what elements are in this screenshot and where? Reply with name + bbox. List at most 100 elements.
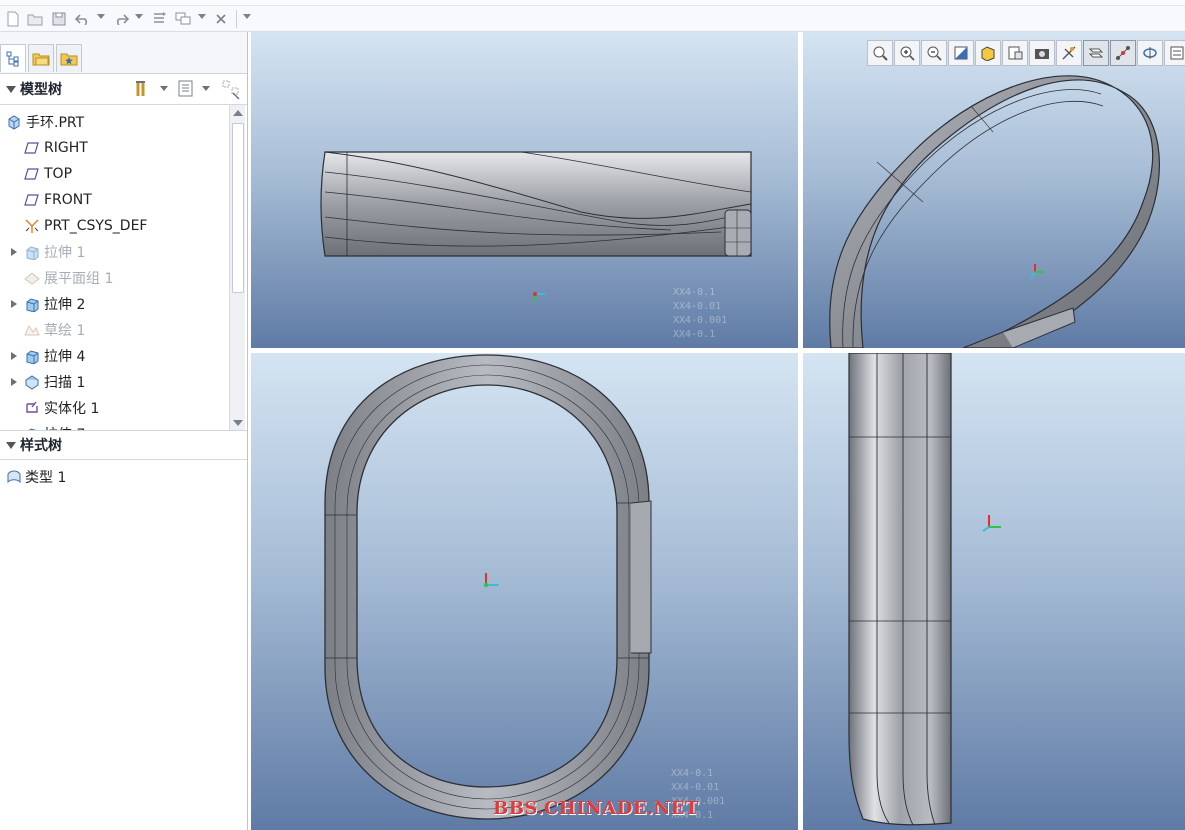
- point-display-icon[interactable]: [1110, 40, 1136, 66]
- model-tree-item[interactable]: 拉伸 2: [0, 291, 247, 317]
- quick-access-toolbar: [0, 0, 1185, 32]
- navigator-tabs: [0, 32, 247, 74]
- expand-arrow-icon[interactable]: [11, 352, 17, 360]
- view-toolbar: [867, 40, 1185, 66]
- model-tree-item-label: 展平面组 1: [44, 271, 114, 287]
- scroll-thumb[interactable]: [232, 123, 244, 293]
- viewport-top[interactable]: XX4-0.1 XX4-0.01 XX4-0.001 XX4-0.1: [251, 353, 798, 830]
- expand-arrow-icon[interactable]: [11, 300, 17, 308]
- extrude-icon: [24, 296, 40, 312]
- model-tree-item-label: 拉伸 2: [44, 297, 86, 313]
- view-manager-icon[interactable]: [1029, 40, 1055, 66]
- datum-plane-icon: [24, 192, 40, 208]
- csys-triad: [982, 515, 1001, 532]
- band-isometric-view: [829, 75, 1161, 348]
- zoom-in-icon[interactable]: [894, 40, 920, 66]
- plane-display-icon[interactable]: [1083, 40, 1109, 66]
- annotation-display-icon[interactable]: [1164, 40, 1185, 66]
- csys-icon: [24, 218, 40, 234]
- style-tree: 类型 1: [0, 460, 247, 490]
- tab-model-tree[interactable]: [0, 44, 26, 72]
- repaint-icon[interactable]: [948, 40, 974, 66]
- tree-filter-icon[interactable]: [222, 80, 242, 104]
- scroll-up-icon[interactable]: [233, 110, 243, 116]
- datum-display-icon[interactable]: [1056, 40, 1082, 66]
- model-tree-item[interactable]: 实体化 1: [0, 395, 247, 421]
- display-style-icon[interactable]: [975, 40, 1001, 66]
- style-tree-header[interactable]: 样式树: [0, 430, 247, 460]
- model-tree-item[interactable]: 拉伸 4: [0, 343, 247, 369]
- new-file-icon[interactable]: [4, 10, 22, 28]
- model-tree-item-label: TOP: [44, 166, 73, 182]
- model-tree-item[interactable]: 拉伸 1: [0, 239, 247, 265]
- sweep-icon: [24, 374, 40, 390]
- datum-plane-icon: [24, 166, 40, 182]
- model-tree-item-label: 拉伸 4: [44, 349, 86, 365]
- csys-triad: [483, 573, 499, 588]
- viewport-isometric[interactable]: [803, 32, 1185, 348]
- model-tree-scrollbar[interactable]: [229, 105, 245, 430]
- expand-arrow-icon[interactable]: [11, 378, 17, 386]
- model-tree-item-label: RIGHT: [44, 140, 88, 156]
- collapse-triangle-icon[interactable]: [6, 441, 16, 449]
- open-folder-icon[interactable]: [26, 10, 44, 28]
- windows-icon[interactable]: [174, 10, 192, 28]
- model-tree-title: 模型树: [20, 82, 62, 98]
- model-tree-item[interactable]: 展平面组 1: [0, 265, 247, 291]
- csys-triad: [533, 292, 545, 302]
- model-tree-item-label: 草绘 1: [44, 323, 86, 339]
- scroll-down-icon[interactable]: [233, 420, 243, 426]
- model-tree-header[interactable]: 模型树: [0, 74, 247, 104]
- customize-toolbar-icon[interactable]: [243, 14, 251, 19]
- tree-settings-dropdown-icon[interactable]: [160, 86, 168, 91]
- band-top-view: [324, 354, 652, 820]
- csys-triad: [1030, 264, 1043, 279]
- model-tree-item-label: 手环.PRT: [26, 115, 85, 131]
- model-tree-item[interactable]: 拉伸 7: [0, 421, 247, 430]
- solidify-icon: [24, 400, 40, 416]
- ribbon-tab-strip: [0, 0, 1185, 6]
- model-tree-item[interactable]: 扫描 1: [0, 369, 247, 395]
- zoom-out-icon[interactable]: [921, 40, 947, 66]
- saved-views-icon[interactable]: [1002, 40, 1028, 66]
- model-tree-item[interactable]: RIGHT: [0, 135, 247, 161]
- extrude-icon: [24, 244, 40, 260]
- tab-favorites[interactable]: [56, 44, 82, 72]
- viewport-side[interactable]: [803, 353, 1185, 830]
- model-tree-item[interactable]: TOP: [0, 161, 247, 187]
- show-dropdown-icon[interactable]: [202, 86, 210, 91]
- viewport-splitter-horizontal[interactable]: [251, 348, 1185, 353]
- csys-display-icon[interactable]: [1137, 40, 1163, 66]
- navigator-panel: 模型树 手环.PRT RIGHT TOP FRONT PRT_CSYS_DEF 拉伸 1 展…: [0, 32, 248, 830]
- style-tree-title: 样式树: [20, 438, 62, 454]
- watermark: BBS.CHINADE.NET: [493, 798, 699, 819]
- viewport-front[interactable]: XX4-0.1 XX4-0.01 XX4-0.001 XX4-0.1: [251, 32, 798, 348]
- tree-settings-icon[interactable]: [134, 80, 154, 102]
- expand-arrow-icon[interactable]: [11, 248, 17, 256]
- model-tree-item[interactable]: 手环.PRT: [0, 109, 247, 135]
- redo-icon[interactable]: [112, 10, 130, 28]
- model-tree-item[interactable]: FRONT: [0, 187, 247, 213]
- save-icon[interactable]: [50, 10, 68, 28]
- viewport-splitter-vertical[interactable]: [798, 32, 803, 830]
- refit-icon[interactable]: [867, 40, 893, 66]
- model-tree-item[interactable]: PRT_CSYS_DEF: [0, 213, 247, 239]
- show-list-icon[interactable]: [178, 80, 194, 102]
- close-window-icon[interactable]: [212, 10, 230, 28]
- style-tree-item[interactable]: 类型 1: [0, 464, 247, 490]
- model-tree-item-label: PRT_CSYS_DEF: [44, 218, 148, 234]
- windows-dropdown-icon[interactable]: [198, 14, 206, 19]
- flatten-quilt-icon: [24, 270, 40, 286]
- regenerate-icon[interactable]: [150, 10, 168, 28]
- collapse-triangle-icon[interactable]: [6, 85, 16, 93]
- coordinate-readout: XX4-0.1 XX4-0.01 XX4-0.001 XX4-0.1: [673, 287, 728, 340]
- model-tree: 手环.PRT RIGHT TOP FRONT PRT_CSYS_DEF 拉伸 1 展平面组 …: [0, 104, 247, 430]
- redo-dropdown-icon[interactable]: [135, 14, 143, 19]
- datum-plane-icon: [24, 140, 40, 156]
- undo-dropdown-icon[interactable]: [97, 14, 105, 19]
- tab-folder-browser[interactable]: [28, 44, 54, 72]
- sketch-icon: [24, 322, 40, 338]
- undo-icon[interactable]: [74, 10, 92, 28]
- model-tree-item-label: 扫描 1: [44, 375, 86, 391]
- model-tree-item[interactable]: 草绘 1: [0, 317, 247, 343]
